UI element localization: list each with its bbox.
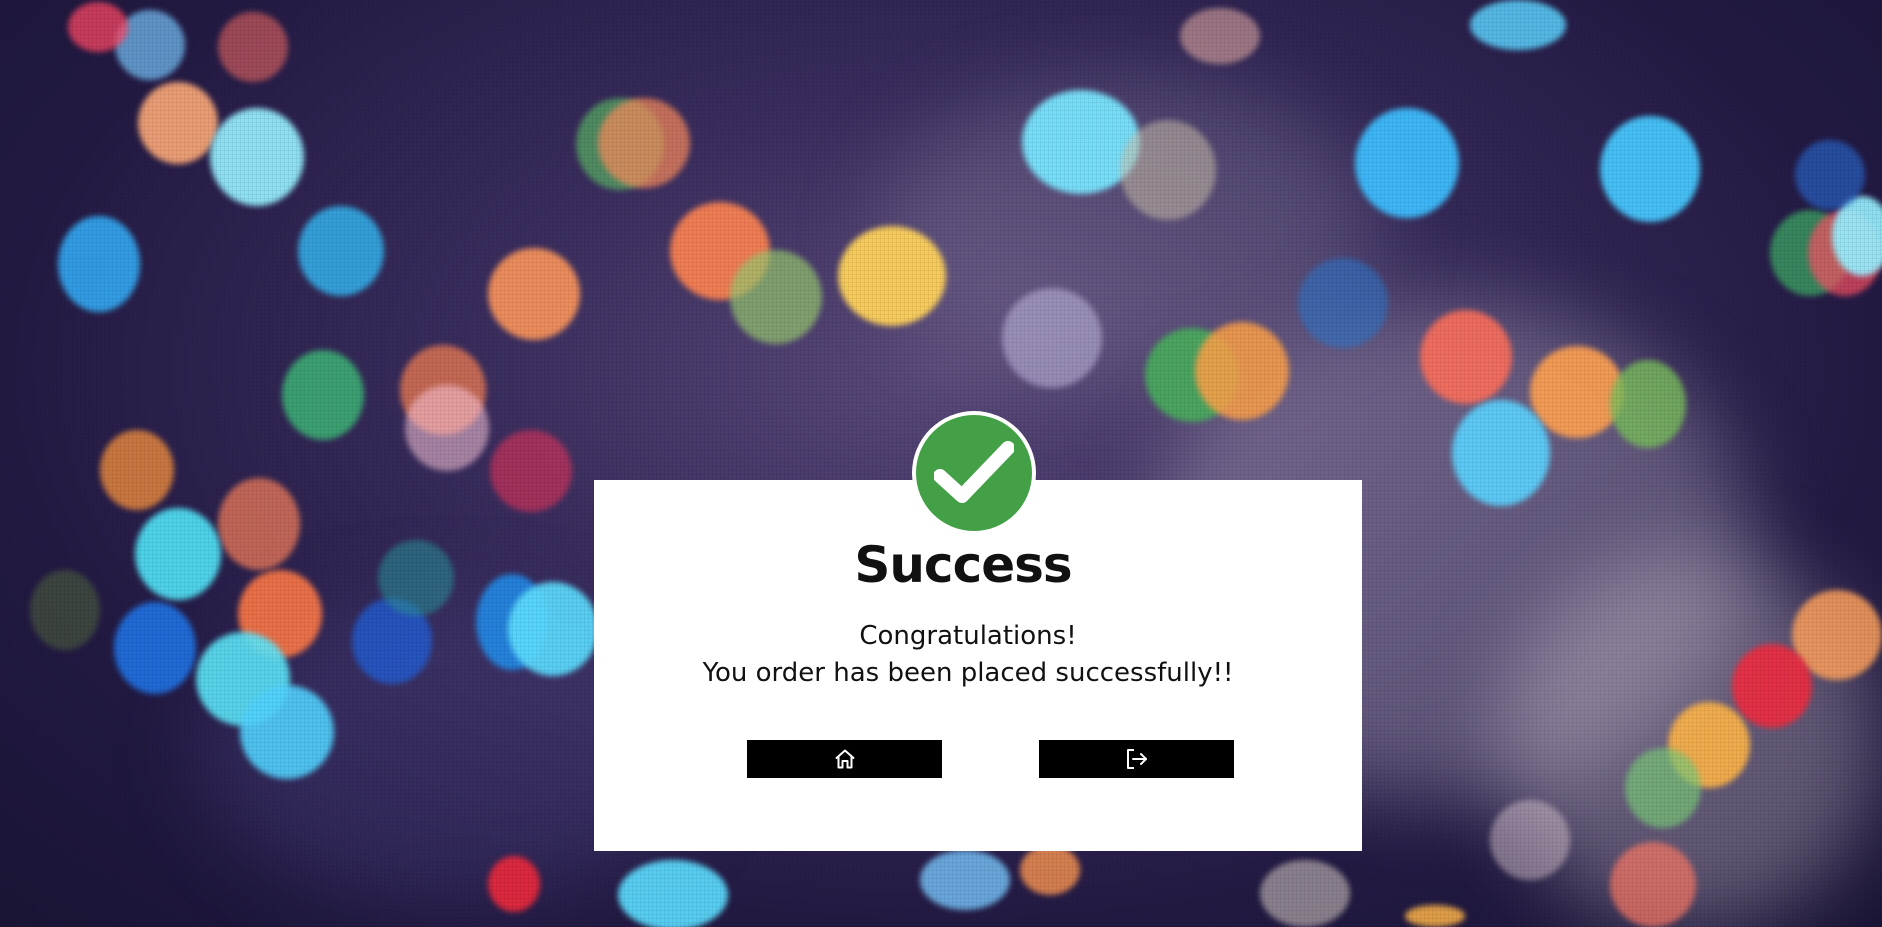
check-circle-icon <box>916 415 1032 531</box>
logout-icon <box>1124 747 1150 771</box>
home-icon <box>833 747 857 771</box>
logout-button[interactable] <box>1039 740 1234 778</box>
home-button[interactable] <box>747 740 942 778</box>
dialog-message: Congratulations! You order has been plac… <box>594 618 1362 692</box>
success-badge <box>912 411 1036 535</box>
message-line-order-placed: You order has been placed successfully!! <box>702 658 1234 688</box>
dialog-title: Success <box>854 536 1072 594</box>
message-line-congratulations: Congratulations! <box>859 621 1077 651</box>
